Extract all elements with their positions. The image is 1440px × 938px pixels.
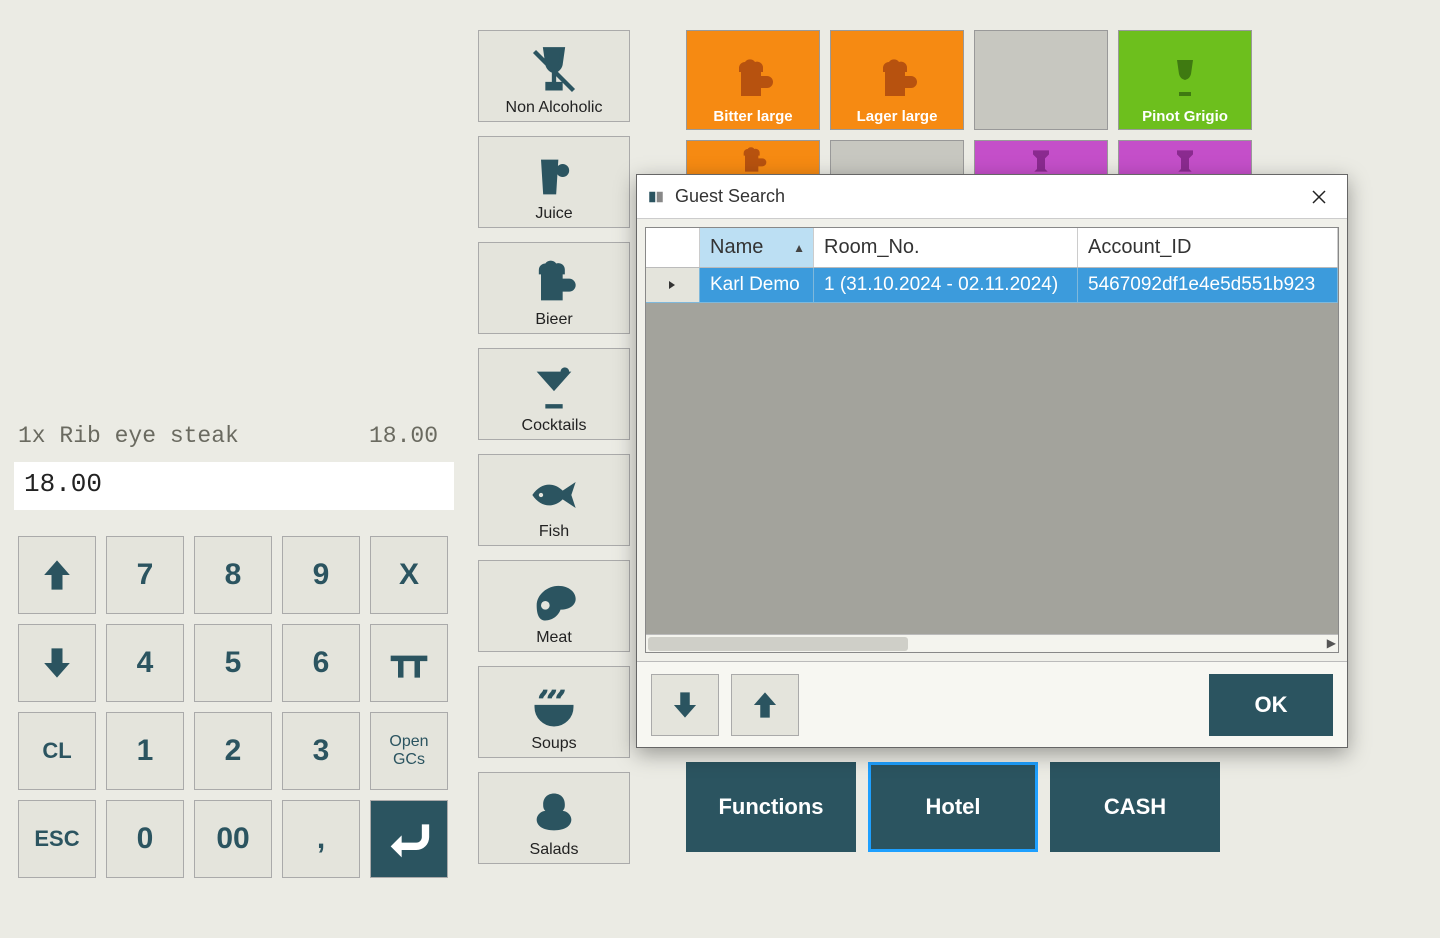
guest-grid: Name▲ Room_No. Account_ID Karl Demo 1 (3… [645,227,1339,653]
key-open-gcs[interactable]: OpenGCs [370,712,448,790]
product-lager-large[interactable]: Lager large [830,30,964,130]
meat-icon [528,575,580,627]
column-room[interactable]: Room_No. [814,228,1078,267]
functions-button[interactable]: Functions [686,762,856,852]
category-juice[interactable]: Juice [478,136,630,228]
fish-icon [528,469,580,521]
category-label: Bieer [535,311,572,329]
category-beer[interactable]: Bieer [478,242,630,334]
grid-row[interactable]: Karl Demo 1 (31.10.2024 - 02.11.2024) 54… [646,268,1338,303]
category-label: Cocktails [522,417,587,435]
category-label: Meat [536,629,572,647]
product-label: Pinot Grigio [1142,108,1228,125]
column-name[interactable]: Name▲ [700,228,814,267]
grid-row-selector-header [646,228,700,267]
salad-icon [528,787,580,839]
keypad: 7 8 9 X 4 5 6 CL 1 2 3 OpenGCs ESC 0 00 … [18,536,448,878]
guest-search-dialog: Guest Search Name▲ Room_No. Account_ID K… [636,174,1348,748]
product-empty[interactable] [974,30,1108,130]
product-pinot-grigio[interactable]: Pinot Grigio [1118,30,1252,130]
hotel-button[interactable]: Hotel [868,762,1038,852]
cocktail-icon [528,363,580,415]
ok-button[interactable]: OK [1209,674,1333,736]
key-0[interactable]: 0 [106,800,184,878]
horizontal-scrollbar[interactable]: ▶ [646,634,1338,652]
key-enter[interactable] [370,800,448,878]
row-indicator [646,268,700,302]
key-5[interactable]: 5 [194,624,272,702]
category-soups[interactable]: Soups [478,666,630,758]
receipt-price: 18.00 [369,423,438,449]
key-esc[interactable]: ESC [18,800,96,878]
key-cl[interactable]: CL [18,712,96,790]
key-table[interactable] [370,624,448,702]
receipt-item: 1x Rib eye steak [18,423,239,449]
key-up[interactable] [18,536,96,614]
category-fish[interactable]: Fish [478,454,630,546]
key-4[interactable]: 4 [106,624,184,702]
cash-button[interactable]: CASH [1050,762,1220,852]
category-label: Juice [535,205,572,223]
dialog-close-button[interactable] [1301,179,1337,215]
category-salads[interactable]: Salads [478,772,630,864]
glass-icon [1161,145,1209,177]
wine-icon [1161,56,1209,104]
product-label: Bitter large [713,108,792,125]
beer-icon [873,56,921,104]
key-2[interactable]: 2 [194,712,272,790]
key-00[interactable]: 00 [194,800,272,878]
close-icon [1310,188,1328,206]
non-alcoholic-icon [528,45,580,97]
dialog-footer: OK [637,661,1347,747]
glass-icon [1017,145,1065,177]
dialog-title: Guest Search [675,186,1301,207]
product-bitter-large[interactable]: Bitter large [686,30,820,130]
key-comma[interactable]: , [282,800,360,878]
key-1[interactable]: 1 [106,712,184,790]
product-label: Lager large [857,108,938,125]
beer-icon [729,145,777,177]
category-list: Non Alcoholic Juice Bieer Cocktails Fish… [478,30,630,864]
column-account[interactable]: Account_ID [1078,228,1338,267]
category-label: Non Alcoholic [506,99,603,117]
total-display: 18.00 [14,462,454,510]
category-non-alcoholic[interactable]: Non Alcoholic [478,30,630,122]
beer-icon [528,257,580,309]
category-cocktails[interactable]: Cocktails [478,348,630,440]
cell-name: Karl Demo [700,268,814,302]
grid-header: Name▲ Room_No. Account_ID [646,228,1338,268]
scroll-thumb[interactable] [648,637,908,651]
key-9[interactable]: 9 [282,536,360,614]
sort-asc-icon: ▲ [793,241,805,255]
dialog-app-icon [647,188,665,206]
nav-down-button[interactable] [651,674,719,736]
juice-icon [528,151,580,203]
cell-room: 1 (31.10.2024 - 02.11.2024) [814,268,1078,302]
receipt-line: 1x Rib eye steak 18.00 [18,423,438,449]
action-bar: Functions Hotel CASH [686,762,1220,852]
soup-icon [528,681,580,733]
nav-up-button[interactable] [731,674,799,736]
beer-icon [729,56,777,104]
key-7[interactable]: 7 [106,536,184,614]
cell-account: 5467092df1e4e5d551b923 [1078,268,1338,302]
dialog-titlebar: Guest Search [637,175,1347,219]
key-down[interactable] [18,624,96,702]
category-label: Soups [531,735,576,753]
category-meat[interactable]: Meat [478,560,630,652]
category-label: Fish [539,523,569,541]
key-6[interactable]: 6 [282,624,360,702]
key-8[interactable]: 8 [194,536,272,614]
key-x[interactable]: X [370,536,448,614]
scroll-right-icon[interactable]: ▶ [1327,636,1336,650]
category-label: Salads [530,841,579,859]
key-3[interactable]: 3 [282,712,360,790]
